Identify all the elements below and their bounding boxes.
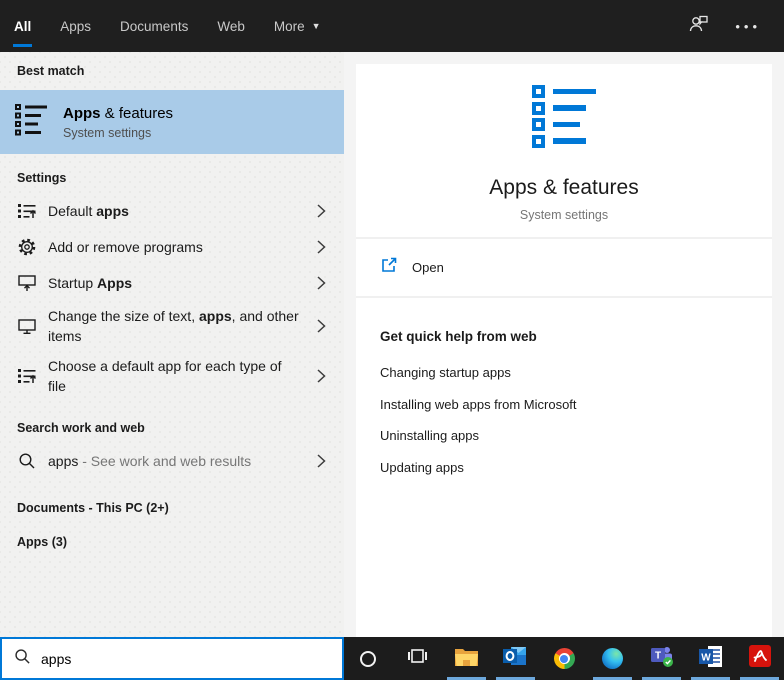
svg-text:W: W [701, 652, 711, 663]
file-explorer-icon [454, 646, 479, 672]
tab-documents[interactable]: Documents [119, 0, 189, 52]
launch-icon [380, 256, 398, 279]
bottom-bar: apps [0, 637, 784, 680]
search-query-text: apps [41, 651, 71, 667]
web-search-suggestion[interactable]: apps - See work and web results [0, 443, 344, 479]
preview-subtitle: System settings [520, 208, 608, 222]
taskbar-outlook-button[interactable] [491, 637, 540, 680]
default-apps-icon [16, 201, 38, 221]
chevron-right-icon [315, 275, 327, 291]
settings-header: Settings [0, 171, 344, 185]
topbar-actions: ••• [687, 0, 771, 52]
cortana-icon [360, 651, 376, 667]
tab-apps[interactable]: Apps [59, 0, 92, 52]
best-match-result[interactable]: Apps & features System settings [0, 90, 344, 154]
help-link[interactable]: Uninstalling apps [380, 428, 748, 460]
more-options-icon[interactable]: ••• [735, 19, 761, 34]
preview-panel: Apps & features System settings Open [344, 52, 784, 637]
help-link[interactable]: Updating apps [380, 460, 748, 492]
outlook-icon [503, 645, 527, 672]
search-filter-bar: All Apps Documents Web More ▼ [0, 0, 784, 52]
taskbar: T W [344, 637, 784, 680]
search-web-header: Search work and web [0, 421, 344, 435]
result-startup-apps[interactable]: Startup Apps [0, 265, 344, 301]
best-match-subtitle: System settings [63, 126, 173, 140]
chevron-right-icon [315, 318, 327, 334]
result-change-size[interactable]: Change the size of text, apps, and other… [0, 301, 344, 351]
taskbar-acrobat-button[interactable] [735, 637, 784, 680]
chrome-icon [554, 648, 575, 669]
help-link[interactable]: Installing web apps from Microsoft [380, 397, 748, 429]
settings-results: Default apps Add or remove programs [0, 193, 344, 401]
feedback-account-icon[interactable] [687, 12, 711, 41]
default-apps-icon [16, 366, 38, 386]
taskbar-file-explorer-button[interactable] [442, 637, 491, 680]
taskbar-cortana-button[interactable] [344, 637, 393, 680]
results-panel: Best match [0, 52, 344, 637]
search-icon [16, 452, 38, 470]
open-label: Open [412, 260, 444, 275]
best-match-title: Apps & features [63, 105, 173, 122]
filter-tabs: All Apps Documents Web More ▼ [13, 0, 322, 52]
result-add-remove-programs[interactable]: Add or remove programs [0, 229, 344, 265]
preview-card: Apps & features System settings Open [356, 64, 772, 637]
task-view-icon [406, 645, 428, 672]
open-action[interactable]: Open [356, 239, 772, 296]
chevron-right-icon [315, 453, 327, 469]
tab-more[interactable]: More ▼ [273, 0, 322, 52]
display-icon [16, 316, 38, 336]
tab-documents-label: Documents [120, 19, 188, 34]
preview-title: Apps & features [489, 176, 638, 200]
word-icon: W [699, 645, 723, 673]
search-results-area: Best match [0, 52, 784, 637]
chevron-down-icon: ▼ [312, 21, 321, 31]
taskbar-word-button[interactable]: W [686, 637, 735, 680]
result-choose-default-app[interactable]: Choose a default app for each type of fi… [0, 351, 344, 401]
startup-apps-icon [16, 273, 38, 293]
tab-web[interactable]: Web [216, 0, 246, 52]
tab-apps-label: Apps [60, 19, 91, 34]
tab-more-label: More [274, 19, 305, 34]
chevron-right-icon [315, 203, 327, 219]
chevron-right-icon [315, 368, 327, 384]
windows-search-flyout: All Apps Documents Web More ▼ [0, 0, 784, 680]
search-icon [14, 648, 31, 670]
active-tab-underline [13, 44, 32, 47]
apps-features-icon [14, 103, 48, 141]
chevron-right-icon [315, 239, 327, 255]
svg-text:T: T [655, 651, 661, 662]
search-input[interactable]: apps [0, 637, 344, 680]
taskbar-edge-button[interactable] [588, 637, 637, 680]
quick-help-links: Changing startup apps Installing web app… [380, 365, 748, 491]
best-match-header: Best match [0, 64, 344, 78]
tab-all-label: All [14, 19, 31, 34]
edge-icon [602, 648, 623, 669]
preview-summary: Apps & features System settings [356, 64, 772, 237]
taskbar-task-view-button[interactable] [393, 637, 442, 680]
help-link[interactable]: Changing startup apps [380, 365, 748, 397]
result-default-apps[interactable]: Default apps [0, 193, 344, 229]
tab-web-label: Web [217, 19, 245, 34]
apps-features-icon [532, 85, 596, 151]
teams-icon: T [650, 644, 674, 673]
quick-help-header: Get quick help from web [380, 329, 748, 344]
documents-group-header[interactable]: Documents - This PC (2+) [0, 501, 344, 515]
tab-all[interactable]: All [13, 0, 32, 52]
quick-help-section: Get quick help from web Changing startup… [356, 298, 772, 491]
taskbar-teams-button[interactable]: T [637, 637, 686, 680]
taskbar-chrome-button[interactable] [540, 637, 589, 680]
acrobat-icon [749, 645, 771, 672]
gear-icon [16, 237, 38, 257]
apps-group-header[interactable]: Apps (3) [0, 535, 344, 549]
